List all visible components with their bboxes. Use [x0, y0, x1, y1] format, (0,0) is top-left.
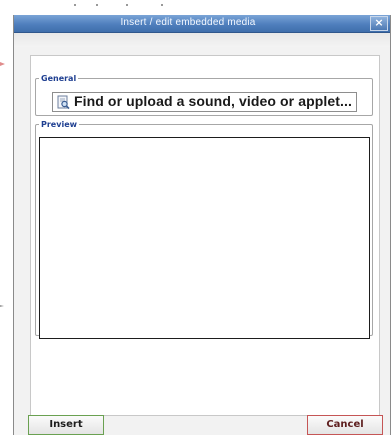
- insert-button[interactable]: Insert: [28, 415, 104, 435]
- magnifier-document-icon: [57, 95, 70, 110]
- cancel-button[interactable]: Cancel: [307, 415, 383, 435]
- dialog-toolbar-strip: [14, 33, 390, 47]
- dialog-titlebar[interactable]: Insert / edit embedded media ×: [14, 15, 390, 33]
- dialog-title: Insert / edit embedded media: [120, 17, 256, 28]
- close-icon: ×: [374, 16, 384, 29]
- embed-media-dialog: Insert / edit embedded media × General F…: [13, 15, 391, 435]
- general-legend: General: [41, 74, 77, 83]
- background-strip: [0, 0, 391, 16]
- media-preview-area: [39, 137, 370, 339]
- general-fieldset: General Find or upload a sound, video or…: [35, 74, 373, 116]
- close-button[interactable]: ×: [370, 16, 388, 31]
- artifact-dot: [161, 4, 163, 6]
- left-edge-marker: [0, 62, 5, 66]
- artifact-dot: [96, 4, 98, 6]
- find-or-upload-label: Find or upload a sound, video or applet.…: [74, 93, 352, 109]
- left-edge-marker: [0, 305, 4, 307]
- dialog-content-panel: General Find or upload a sound, video or…: [30, 55, 380, 416]
- artifact-dot: [74, 4, 76, 6]
- preview-legend: Preview: [41, 120, 78, 129]
- find-or-upload-button[interactable]: Find or upload a sound, video or applet.…: [52, 92, 357, 112]
- preview-fieldset: Preview: [35, 120, 373, 339]
- artifact-dot: [126, 4, 128, 6]
